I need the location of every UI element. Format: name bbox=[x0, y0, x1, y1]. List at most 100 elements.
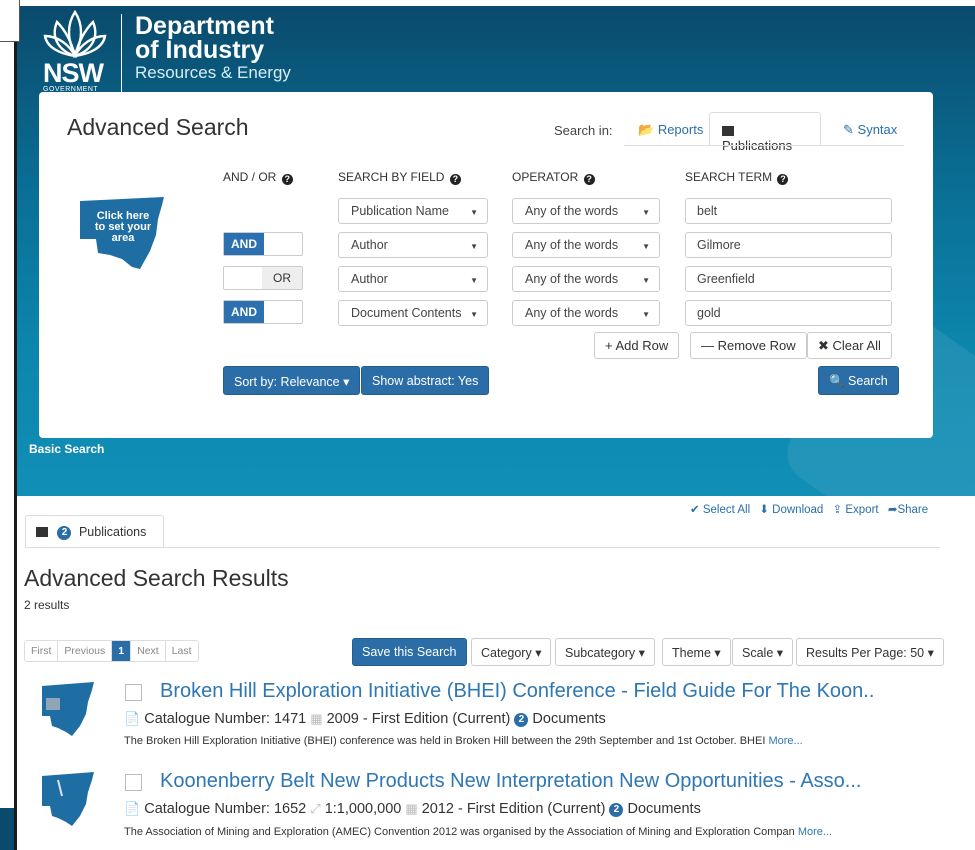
catalogue-number: Catalogue Number: 1471 bbox=[144, 711, 307, 727]
tab-reports[interactable]: 📂 Reports bbox=[626, 112, 715, 146]
sort-by-button[interactable]: Sort by: Relevance ▾ bbox=[223, 366, 361, 395]
field-select-4[interactable]: Document Contents ▼ bbox=[338, 300, 488, 326]
term-input-3[interactable]: Greenfield bbox=[685, 266, 892, 292]
logic-toggle-3[interactable]: OR bbox=[223, 266, 303, 290]
expand-icon: ⤢ bbox=[310, 801, 321, 816]
documents-label[interactable]: Documents bbox=[532, 711, 605, 727]
toggle-and[interactable]: AND bbox=[224, 233, 264, 255]
show-abstract-button[interactable]: Show abstract: Yes bbox=[361, 366, 490, 395]
result-meta: 📄 Catalogue Number: 1471 ▦ 2009 - First … bbox=[124, 711, 606, 727]
search-button[interactable]: 🔍 Search bbox=[818, 366, 899, 395]
result-title-link[interactable]: Koonenberry Belt New Products New Interp… bbox=[160, 770, 861, 793]
set-area-map-button[interactable]: Click here to set your area bbox=[76, 195, 166, 273]
left-border bbox=[14, 496, 17, 850]
subcategory-dropdown[interactable]: Subcategory ▾ bbox=[555, 638, 655, 666]
field-select-3[interactable]: Author ▼ bbox=[338, 266, 488, 292]
input-value: belt bbox=[697, 204, 718, 218]
col-header-term: SEARCH TERM ? bbox=[685, 170, 789, 185]
clear-all-button[interactable]: ✖ Clear All bbox=[807, 332, 892, 359]
operator-select-2[interactable]: Any of the words ▼ bbox=[512, 232, 660, 258]
more-link[interactable]: More... bbox=[768, 735, 802, 747]
result-meta: 📄 Catalogue Number: 1652 ⤢ 1:1,000,000 ▦… bbox=[124, 801, 701, 817]
documents-label[interactable]: Documents bbox=[627, 801, 700, 817]
folder-icon: 📂 bbox=[638, 122, 655, 137]
caret-down-icon: ▼ bbox=[470, 242, 478, 251]
export-link[interactable]: ⇪ Export bbox=[833, 504, 879, 516]
map-thumbnail-icon[interactable] bbox=[40, 680, 98, 736]
field-select-1[interactable]: Publication Name ▼ bbox=[338, 198, 488, 224]
toggle-or[interactable] bbox=[262, 301, 302, 323]
pager-first[interactable]: First bbox=[25, 641, 59, 661]
col-header-field: SEARCH BY FIELD ? bbox=[338, 170, 461, 185]
operator-select-1[interactable]: Any of the words ▼ bbox=[512, 198, 660, 224]
add-row-button[interactable]: + Add Row bbox=[594, 332, 680, 359]
term-input-4[interactable]: gold bbox=[685, 300, 892, 326]
operator-select-4[interactable]: Any of the words ▼ bbox=[512, 300, 660, 326]
pencil-icon: ✎ bbox=[843, 122, 854, 137]
term-input-1[interactable]: belt bbox=[685, 198, 892, 224]
results-count: 2 results bbox=[24, 598, 70, 612]
tab-label: Reports bbox=[657, 122, 704, 137]
tab-label: Syntax bbox=[857, 122, 898, 137]
calendar-icon: ▦ bbox=[405, 801, 418, 816]
pager-last[interactable]: Last bbox=[166, 641, 198, 661]
col-header-text: AND / OR bbox=[223, 170, 277, 184]
question-icon[interactable]: ? bbox=[449, 174, 461, 185]
question-icon[interactable]: ? bbox=[281, 174, 293, 185]
toggle-and[interactable] bbox=[224, 267, 264, 289]
select-all-link[interactable]: ✔ Select All bbox=[690, 504, 750, 516]
document-icon: 📄 bbox=[124, 711, 141, 726]
category-dropdown[interactable]: Category ▾ bbox=[471, 638, 552, 666]
map-thumbnail-icon[interactable] bbox=[40, 770, 98, 826]
select-value: Document Contents bbox=[351, 306, 462, 320]
bottom-bar bbox=[0, 808, 14, 850]
hero-banner: NSW GOVERNMENT Department of Industry Re… bbox=[14, 6, 975, 496]
question-icon[interactable]: ? bbox=[583, 174, 595, 185]
term-input-2[interactable]: Gilmore bbox=[685, 232, 892, 258]
more-link[interactable]: More... bbox=[798, 826, 832, 838]
col-header-operator: OPERATOR ? bbox=[512, 170, 595, 185]
pager-previous[interactable]: Previous bbox=[58, 641, 113, 661]
pager-next[interactable]: Next bbox=[131, 641, 166, 661]
toggle-or[interactable]: OR bbox=[262, 267, 302, 289]
download-link[interactable]: ⬇ Download bbox=[759, 504, 823, 516]
theme-dropdown[interactable]: Theme ▾ bbox=[662, 638, 731, 666]
result-checkbox[interactable] bbox=[125, 774, 142, 791]
result-checkbox[interactable] bbox=[125, 684, 142, 701]
panel-title: Advanced Search bbox=[67, 114, 249, 140]
year-edition: 2012 - First Edition (Current) bbox=[421, 801, 606, 817]
col-header-text: SEARCH BY FIELD bbox=[338, 170, 445, 184]
caret-down-icon: ▼ bbox=[467, 310, 478, 319]
results-tab-divider bbox=[25, 547, 940, 548]
pager-current[interactable]: 1 bbox=[112, 641, 132, 661]
nsw-logo[interactable]: NSW GOVERNMENT bbox=[39, 8, 129, 96]
result-item: Koonenberry Belt New Products New Interp… bbox=[22, 770, 942, 850]
share-link[interactable]: ➦Share bbox=[888, 504, 928, 516]
caret-down-icon: ▼ bbox=[642, 242, 650, 251]
toggle-or[interactable] bbox=[262, 233, 302, 255]
save-search-button[interactable]: Save this Search bbox=[352, 638, 467, 666]
toggle-and[interactable]: AND bbox=[224, 301, 264, 323]
remove-row-button[interactable]: — Remove Row bbox=[690, 332, 807, 359]
select-value: Any of the words bbox=[525, 306, 619, 320]
select-value: Author bbox=[351, 272, 388, 286]
tab-syntax[interactable]: ✎ Syntax bbox=[831, 112, 909, 146]
year-edition: 2009 - First Edition (Current) bbox=[326, 711, 511, 727]
tab-publications[interactable]: Publications bbox=[709, 112, 821, 153]
catalogue-number: Catalogue Number: 1652 bbox=[144, 801, 307, 817]
dept-line1: Department bbox=[135, 12, 274, 40]
calendar-icon: ▦ bbox=[310, 711, 323, 726]
results-per-page-dropdown[interactable]: Results Per Page: 50 ▾ bbox=[796, 638, 944, 666]
scale-dropdown[interactable]: Scale ▾ bbox=[732, 638, 794, 666]
operator-select-3[interactable]: Any of the words ▼ bbox=[512, 266, 660, 292]
logic-toggle-4[interactable]: AND bbox=[223, 300, 303, 324]
basic-search-link[interactable]: Basic Search bbox=[29, 442, 104, 456]
question-icon[interactable]: ? bbox=[777, 174, 789, 185]
waratah-icon bbox=[43, 10, 107, 58]
field-select-2[interactable]: Author ▼ bbox=[338, 232, 488, 258]
col-header-andor: AND / OR ? bbox=[223, 170, 293, 185]
tab-results-publications[interactable]: 2 Publications bbox=[25, 515, 164, 548]
logic-toggle-2[interactable]: AND bbox=[223, 232, 303, 256]
caret-down-icon: ▼ bbox=[642, 276, 650, 285]
result-title-link[interactable]: Broken Hill Exploration Initiative (BHEI… bbox=[160, 680, 874, 703]
